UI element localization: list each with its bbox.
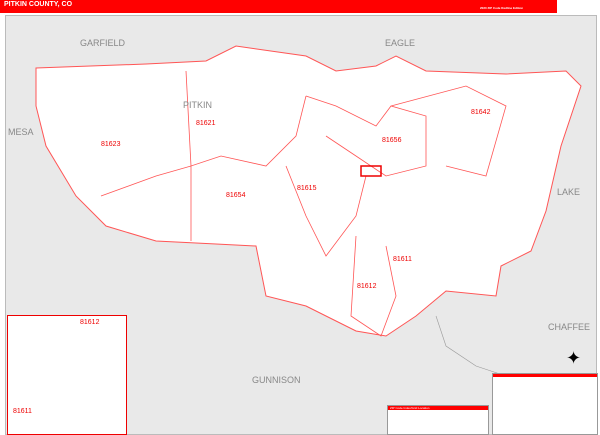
county-label-gunnison: GUNNISON bbox=[252, 375, 301, 385]
map-subtitle: 2020 ZIP Code Redline Edition bbox=[480, 6, 524, 10]
map-title: PITKIN COUNTY, CO bbox=[4, 1, 73, 8]
zip-label: 81623 bbox=[101, 141, 121, 148]
zip-label: 81621 bbox=[196, 120, 216, 127]
county-label-lake: LAKE bbox=[557, 187, 581, 197]
county-label-chaffee: CHAFFEE bbox=[548, 322, 591, 332]
legend bbox=[492, 373, 598, 435]
zip-label: 81656 bbox=[382, 137, 402, 144]
inset-zip-label: 81612 bbox=[80, 319, 100, 326]
inset-map[interactable]: 81612 81611 bbox=[7, 315, 127, 435]
county-label-eagle: EAGLE bbox=[385, 38, 416, 48]
zip-label: 81611 bbox=[393, 256, 412, 263]
zip-label: 81654 bbox=[226, 192, 246, 199]
zip-label: 81612 bbox=[357, 283, 377, 290]
county-label-garfield: GARFIELD bbox=[80, 38, 126, 48]
compass-rose-icon: ✦ bbox=[566, 348, 582, 368]
zip-label: 81642 bbox=[471, 109, 491, 116]
publisher-logo bbox=[557, 0, 600, 13]
county-label-mesa: MESA bbox=[8, 127, 34, 137]
header-bar: PITKIN COUNTY, CO 2020 ZIP Code Redline … bbox=[0, 0, 600, 13]
zip-index-table: ZIP Code Index/Grid Location bbox=[387, 405, 489, 435]
zip-index-title: ZIP Code Index/Grid Location bbox=[388, 406, 488, 410]
inset-zip-label: 81611 bbox=[13, 408, 32, 415]
county-label-pitkin: PITKIN bbox=[183, 100, 213, 110]
river bbox=[435, 315, 507, 377]
zip-label: 81615 bbox=[297, 185, 317, 192]
